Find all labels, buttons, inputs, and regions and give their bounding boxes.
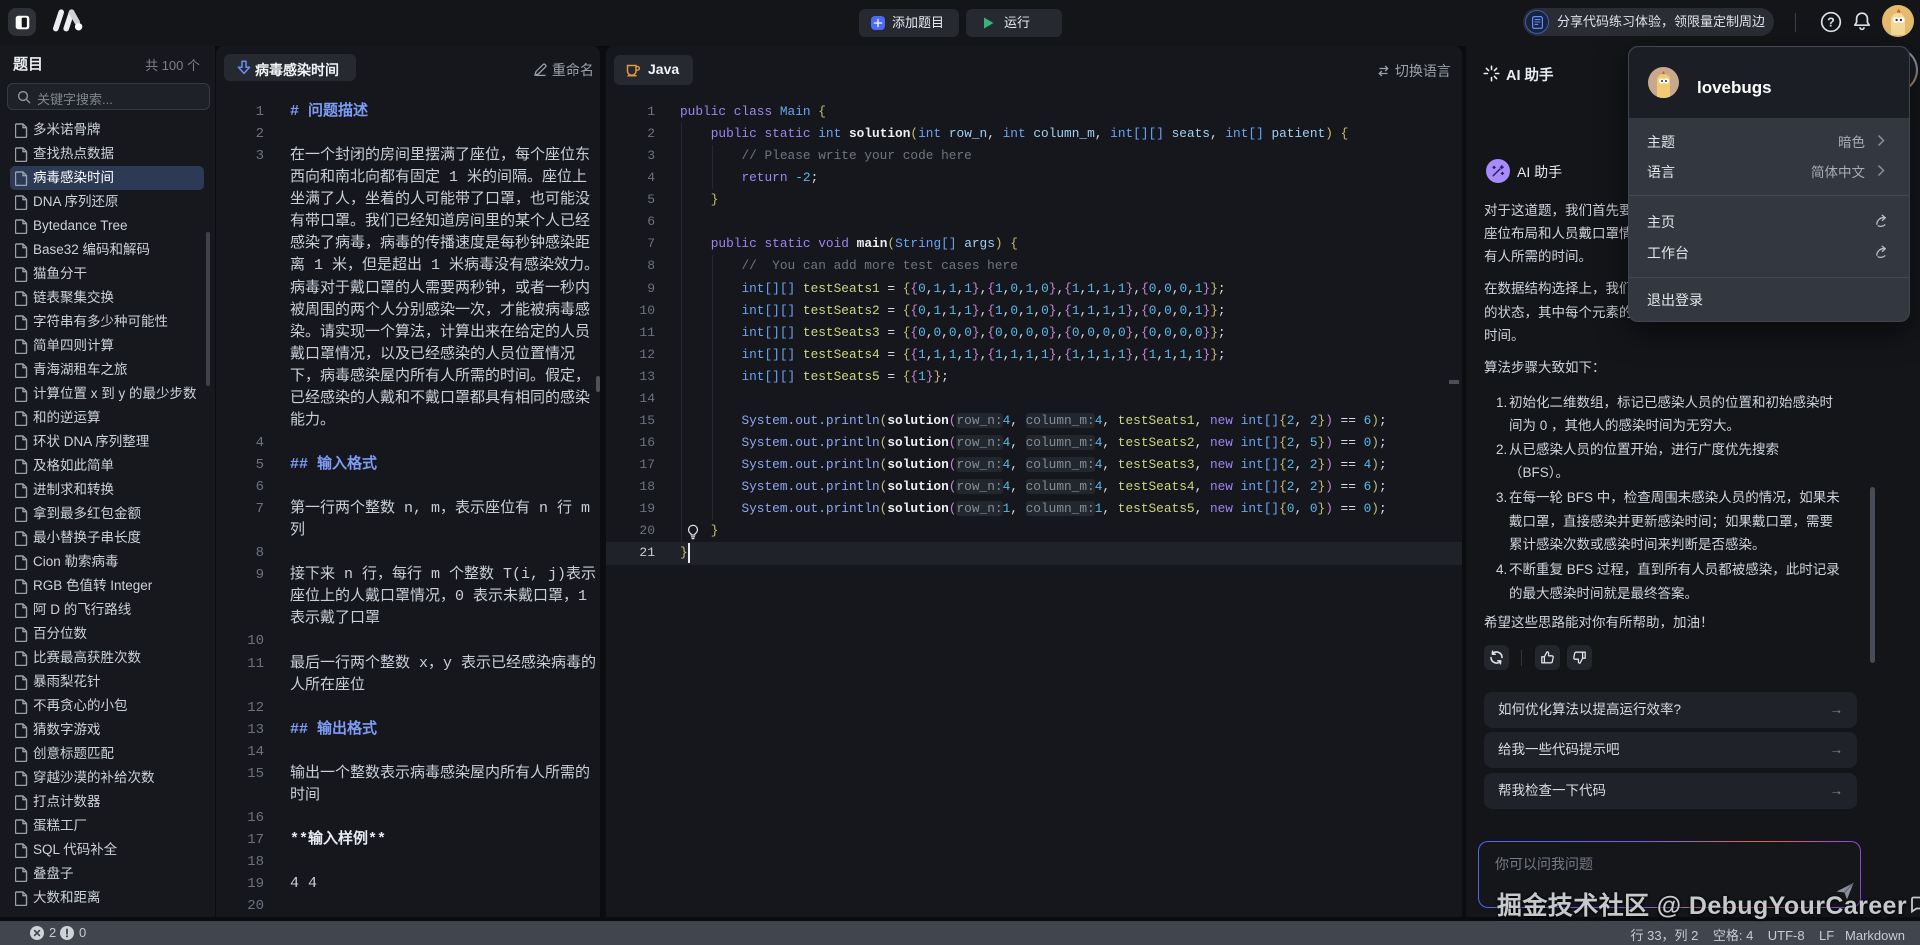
svg-text:?: ? [1827, 15, 1835, 29]
